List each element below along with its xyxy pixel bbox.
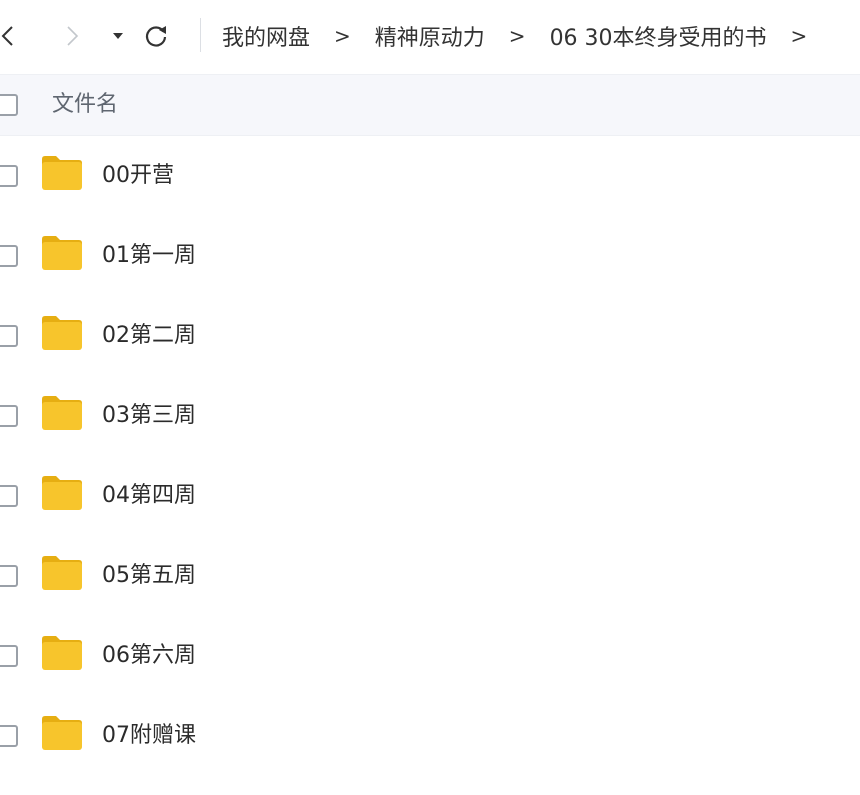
caret-down-icon xyxy=(113,33,123,39)
file-row[interactable]: 02第二周 xyxy=(0,296,860,376)
file-list-header: 文件名 xyxy=(0,74,860,136)
breadcrumb-item-my-drive[interactable]: 我的网盘 xyxy=(222,20,310,52)
forward-button[interactable] xyxy=(56,20,88,52)
row-checkbox[interactable] xyxy=(0,405,18,427)
breadcrumb-item-folder[interactable]: 精神原动力 xyxy=(375,20,485,52)
file-row[interactable]: 01第一周 xyxy=(0,216,860,296)
row-checkbox[interactable] xyxy=(0,165,18,187)
chevron-left-icon xyxy=(1,26,13,46)
row-checkbox[interactable] xyxy=(0,485,18,507)
file-row[interactable]: 00开营 xyxy=(0,136,860,216)
chevron-right-icon xyxy=(67,26,79,46)
refresh-button[interactable] xyxy=(140,20,172,52)
select-all-checkbox[interactable] xyxy=(0,94,18,116)
file-row[interactable]: 05第五周 xyxy=(0,536,860,616)
row-checkbox[interactable] xyxy=(0,245,18,267)
breadcrumb: 我的网盘 > 精神原动力 > 06 30本终身受用的书 > xyxy=(222,0,831,72)
history-dropdown-button[interactable] xyxy=(102,20,134,52)
refresh-icon xyxy=(145,26,167,47)
file-name: 04第四周 xyxy=(102,483,196,508)
row-checkbox[interactable] xyxy=(0,325,18,347)
column-header-filename[interactable]: 文件名 xyxy=(52,75,118,135)
folder-icon xyxy=(42,396,82,430)
breadcrumb-separator: > xyxy=(334,24,351,48)
breadcrumb-item-current[interactable]: 06 30本终身受用的书 xyxy=(550,20,767,52)
folder-icon xyxy=(42,156,82,190)
file-name: 03第三周 xyxy=(102,403,196,428)
folder-icon xyxy=(42,716,82,750)
row-checkbox[interactable] xyxy=(0,565,18,587)
file-name: 06第六周 xyxy=(102,643,196,668)
file-row[interactable]: 06第六周 xyxy=(0,616,860,696)
file-name: 05第五周 xyxy=(102,563,196,588)
row-checkbox[interactable] xyxy=(0,725,18,747)
back-button[interactable] xyxy=(0,20,24,52)
breadcrumb-separator: > xyxy=(790,24,808,48)
toolbar: 我的网盘 > 精神原动力 > 06 30本终身受用的书 > xyxy=(0,0,860,72)
file-row[interactable]: 03第三周 xyxy=(0,376,860,456)
file-row[interactable]: 04第四周 xyxy=(0,456,860,536)
row-checkbox[interactable] xyxy=(0,645,18,667)
file-row[interactable]: 07附赠课 xyxy=(0,696,860,776)
folder-icon xyxy=(42,236,82,270)
toolbar-divider xyxy=(200,18,201,52)
folder-icon xyxy=(42,476,82,510)
file-name: 01第一周 xyxy=(102,243,196,268)
folder-icon xyxy=(42,636,82,670)
folder-icon xyxy=(42,556,82,590)
file-name: 07附赠课 xyxy=(102,723,196,748)
file-name: 00开营 xyxy=(102,163,174,188)
folder-icon xyxy=(42,316,82,350)
file-name: 02第二周 xyxy=(102,323,196,348)
breadcrumb-separator: > xyxy=(508,24,526,48)
